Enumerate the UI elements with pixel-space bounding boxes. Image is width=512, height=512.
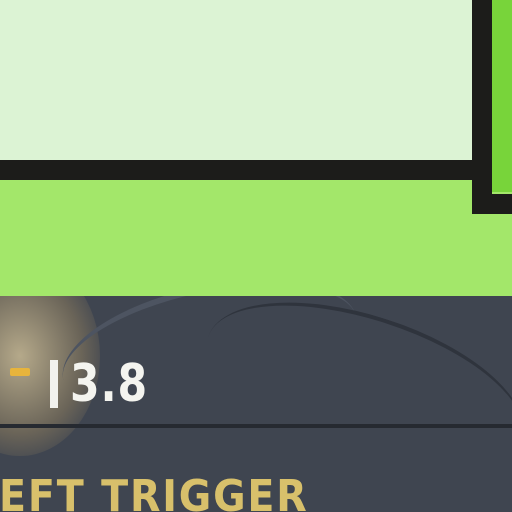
hud-bar-icon bbox=[50, 360, 58, 408]
panel-frame-right bbox=[472, 0, 492, 214]
hud-indicator-icon bbox=[10, 368, 30, 376]
hud-divider bbox=[0, 424, 512, 428]
panel-frame-bottom bbox=[0, 160, 478, 180]
green-band bbox=[0, 180, 472, 296]
hud-value: 3.8 bbox=[70, 354, 149, 414]
panel-frame-corner bbox=[472, 194, 512, 214]
trigger-label: LEFT TRIGGER bbox=[0, 471, 309, 512]
top-panel bbox=[0, 0, 474, 162]
screen: 3.8 LEFT TRIGGER bbox=[0, 0, 512, 512]
accent-strip bbox=[492, 0, 512, 192]
game-viewport: 3.8 LEFT TRIGGER bbox=[0, 296, 512, 512]
